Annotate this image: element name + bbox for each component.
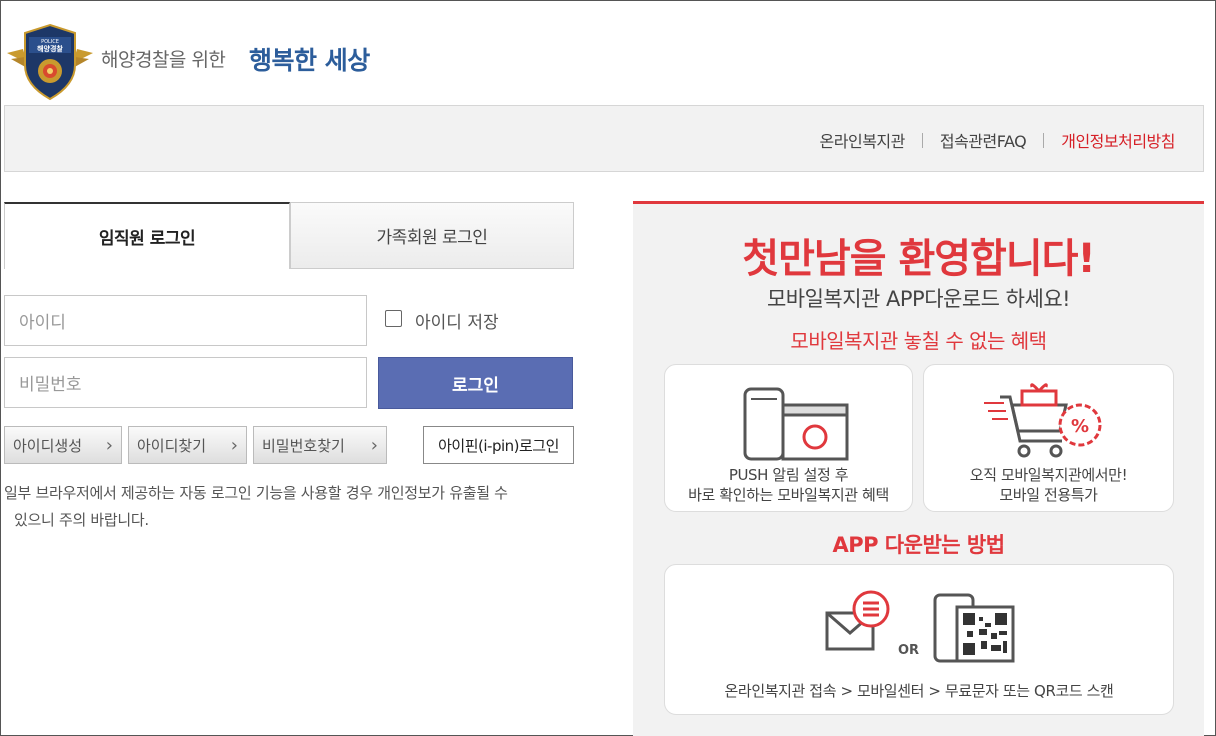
push-benefit-card: PUSH 알림 설정 후 바로 확인하는 모바일복지관 혜택	[664, 364, 913, 512]
autologin-notice: 일부 브라우저에서 제공하는 자동 로그인 기능을 사용할 경우 개인정보가 유…	[4, 480, 574, 534]
save-id-label[interactable]: 아이디 저장	[415, 308, 499, 333]
create-id-label: 아이디생성	[13, 436, 83, 455]
nav-divider	[921, 132, 923, 148]
download-method-heading: APP 다운받는 방법	[832, 533, 1005, 557]
sms-message-icon	[825, 590, 890, 651]
nav-faq[interactable]: 접속관련FAQ	[940, 128, 1027, 152]
card1-line-1: PUSH 알림 설정 후	[728, 466, 849, 484]
save-id-checkbox[interactable]	[385, 310, 402, 327]
password-input[interactable]: 비밀번호	[4, 357, 367, 408]
brand-subtitle: 해양경찰을 위한	[101, 49, 226, 71]
id-input[interactable]: 아이디	[4, 295, 367, 346]
shopping-cart-gift-icon: %	[984, 383, 1102, 458]
download-method-card: OR 온라인복지관 접속 > 모바일센터 > 무료문자 또는 QR코드 스캔	[664, 564, 1174, 715]
notice-line-2: 있으니 주의 바랍니다.	[14, 511, 149, 529]
qr-code-phone-icon	[933, 593, 1015, 663]
create-id-button[interactable]: 아이디생성 ›	[4, 426, 122, 464]
top-nav-bar: 온라인복지관 접속관련FAQ 개인정보처리방침	[4, 105, 1204, 172]
nav-privacy-policy[interactable]: 개인정보처리방침	[1061, 128, 1175, 152]
brand-title: 행복한 세상	[249, 46, 370, 75]
ipin-login-button[interactable]: 아이핀(i-pin)로그인	[423, 426, 574, 464]
exclusive-price-card: % 오직 모바일복지관에서만! 모바일 전용특가	[923, 364, 1174, 512]
nav-links: 온라인복지관 접속관련FAQ 개인정보처리방침	[820, 128, 1176, 152]
police-logo[interactable]: POLICE 해양경찰	[5, 23, 95, 101]
chevron-right-icon: ›	[370, 434, 378, 456]
nav-divider	[1043, 132, 1045, 148]
phone-browser-icon	[743, 387, 849, 461]
tab-family-login[interactable]: 가족회원 로그인	[290, 202, 574, 269]
benefit-heading: 모바일복지관 놓칠 수 없는 혜택	[790, 329, 1047, 353]
card2-line-2: 모바일 전용특가	[999, 486, 1098, 504]
chevron-right-icon: ›	[105, 434, 113, 456]
or-label: OR	[898, 643, 920, 658]
download-method-text: 온라인복지관 접속 > 모바일센터 > 무료문자 또는 QR코드 스캔	[724, 682, 1114, 700]
find-password-button[interactable]: 비밀번호찾기 ›	[253, 426, 387, 464]
nav-online-welfare[interactable]: 온라인복지관	[820, 128, 906, 152]
chevron-right-icon: ›	[230, 434, 238, 456]
promo-subtitle: 모바일복지관 APP다운로드 하세요!	[766, 287, 1071, 311]
find-id-label: 아이디찾기	[137, 436, 207, 455]
svg-text:%: %	[1071, 416, 1089, 437]
login-button[interactable]: 로그인	[378, 357, 573, 409]
find-id-button[interactable]: 아이디찾기 ›	[128, 426, 247, 464]
notice-line-1: 일부 브라우저에서 제공하는 자동 로그인 기능을 사용할 경우 개인정보가 유…	[4, 484, 508, 502]
find-password-label: 비밀번호찾기	[262, 436, 345, 455]
promo-title: 첫만남을 환영합니다!	[742, 236, 1095, 282]
svg-text:해양경찰: 해양경찰	[37, 44, 63, 53]
tab-employee-login[interactable]: 임직원 로그인	[4, 202, 290, 269]
card1-line-2: 바로 확인하는 모바일복지관 혜택	[688, 486, 889, 504]
card2-line-1: 오직 모바일복지관에서만!	[969, 466, 1128, 484]
